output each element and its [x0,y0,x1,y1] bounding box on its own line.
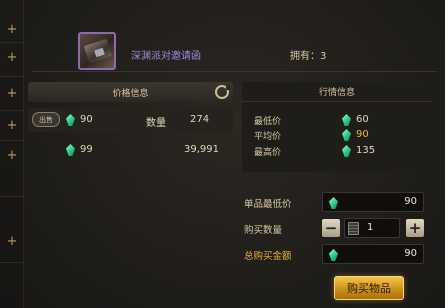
plus-button[interactable]: + [406,219,424,237]
expand-plus-icon[interactable]: + [3,116,21,134]
item-header: 深渊派对邀请函 拥有：3 [32,8,437,72]
expand-plus-icon[interactable]: + [3,84,21,102]
plus-icon: + [408,218,422,237]
avg-price-label: 平均价 [254,132,282,142]
gem-currency-icon [329,197,338,209]
calculator-icon[interactable] [348,222,359,235]
quantity-input[interactable]: 1 [344,218,400,238]
buy-item-button[interactable]: 购买物品 [334,276,404,300]
price-row[interactable]: 99 39,991 [28,138,233,162]
max-price-value: 135 [356,145,376,156]
gem-currency-icon [66,114,75,126]
price-row[interactable]: 出售 90 数量 274 [28,108,233,132]
item-name: 深渊派对邀请函 [131,51,201,62]
sell-button[interactable]: 出售 [32,112,60,127]
gem-currency-icon [342,114,351,126]
refresh-icon[interactable] [215,85,230,99]
expand-plus-icon[interactable]: + [3,20,21,38]
purchase-form: 单品最低价 90 购买数量 − 1 + 总购买金额 90 购买物品 [242,184,432,304]
total-price-value: 90 [404,248,417,259]
price-value: 99 [80,144,93,155]
quantity-value: 274 [190,114,210,125]
gem-currency-icon [329,249,338,261]
divider [0,262,24,263]
quantity-label: 数量 [146,118,166,129]
gem-currency-icon [342,129,351,141]
unit-price-value: 90 [404,196,417,207]
divider [0,42,24,43]
divider [0,76,24,77]
price-value: 90 [80,114,93,125]
expand-plus-icon[interactable]: + [3,48,21,66]
price-info-title: 价格信息 [112,88,149,99]
min-price-label: 最低价 [254,117,282,127]
unit-price-label: 单品最低价 [244,199,292,210]
total-price-label: 总购买金额 [244,251,292,262]
divider [0,110,24,111]
gem-currency-icon [66,144,75,156]
min-price-value: 60 [356,114,369,125]
left-list-strip: + + + + + + [0,0,24,308]
total-price-field: 90 [322,244,424,264]
quantity-label: 购买数量 [244,225,283,236]
gem-currency-icon [342,145,351,157]
minus-icon: − [324,218,338,237]
trade-panel: 深渊派对邀请函 拥有：3 价格信息 出售 90 数量 274 99 39,991… [24,0,445,308]
avg-price-value: 90 [356,129,369,140]
unit-price-field: 90 [322,192,424,212]
market-info-section: 行情信息 最低价 60 平均价 90 最高价 135 [242,82,432,172]
quantity-value: 1 [367,222,374,233]
market-info-title: 行情信息 [242,82,432,102]
price-info-header: 价格信息 [28,82,233,102]
max-price-label: 最高价 [254,148,282,158]
quantity-value: 39,991 [184,144,219,155]
minus-button[interactable]: − [322,219,340,237]
price-info-section: 价格信息 出售 90 数量 274 99 39,991 [28,82,233,262]
owned-count: 拥有：3 [290,51,327,62]
divider [0,196,24,197]
invitation-item-icon [78,32,116,70]
expand-plus-icon[interactable]: + [3,232,21,250]
divider [0,140,24,141]
expand-plus-icon[interactable]: + [3,146,21,164]
